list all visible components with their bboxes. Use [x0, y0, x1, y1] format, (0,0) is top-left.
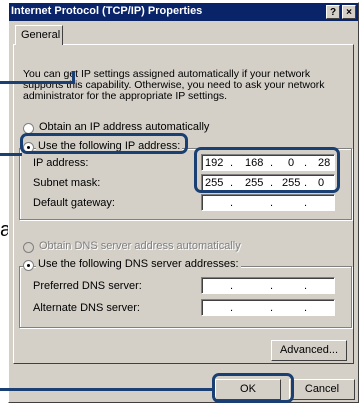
preferred-dns-field[interactable]: ... — [201, 277, 335, 294]
subnet-mask-label: Subnet mask: — [33, 177, 101, 189]
use-following-ip-highlight — [20, 133, 188, 154]
description-text: You can get IP settings assigned automat… — [23, 68, 325, 102]
close-icon: × — [346, 7, 352, 18]
window-title: Internet Protocol (TCP/IP) Properties — [11, 5, 203, 17]
help-icon: ? — [329, 7, 337, 18]
close-button[interactable]: × — [342, 5, 356, 19]
obtain-ip-auto-label: Obtain an IP address automatically — [39, 121, 210, 133]
default-gateway-label: Default gateway: — [33, 197, 115, 209]
alternate-dns-label: Alternate DNS server: — [33, 302, 140, 314]
ip-address-label: IP address: — [33, 157, 89, 169]
callout-line-description-end — [72, 71, 75, 84]
preferred-dns-label: Preferred DNS server: — [33, 280, 142, 292]
tab-general-label: General — [21, 29, 61, 41]
callout-line-radio — [0, 153, 22, 156]
help-button[interactable]: ? — [326, 5, 340, 19]
radio-selected-dot — [27, 264, 30, 267]
callout-line-description — [0, 81, 72, 84]
callout-line-ok — [0, 388, 214, 391]
advanced-button[interactable]: Advanced... — [271, 340, 347, 361]
ok-button-highlight — [212, 373, 294, 403]
dns-settings-group — [19, 266, 352, 328]
obtain-dns-auto-radio[interactable] — [23, 242, 34, 253]
tcpip-properties-dialog: Internet Protocol (TCP/IP) Properties ? … — [8, 2, 359, 403]
title-bar: Internet Protocol (TCP/IP) Properties ? … — [9, 3, 358, 21]
alternate-dns-field[interactable]: ... — [201, 299, 335, 316]
obtain-dns-auto-label: Obtain DNS server address automatically — [39, 240, 241, 252]
ip-values-highlight — [194, 147, 340, 193]
use-following-dns-label: Use the following DNS server addresses: — [36, 258, 241, 270]
use-following-dns-radio[interactable] — [23, 260, 34, 271]
cancel-button[interactable]: Cancel — [289, 379, 355, 400]
tab-general[interactable]: General — [15, 25, 63, 45]
default-gateway-field[interactable]: ... — [201, 194, 335, 211]
